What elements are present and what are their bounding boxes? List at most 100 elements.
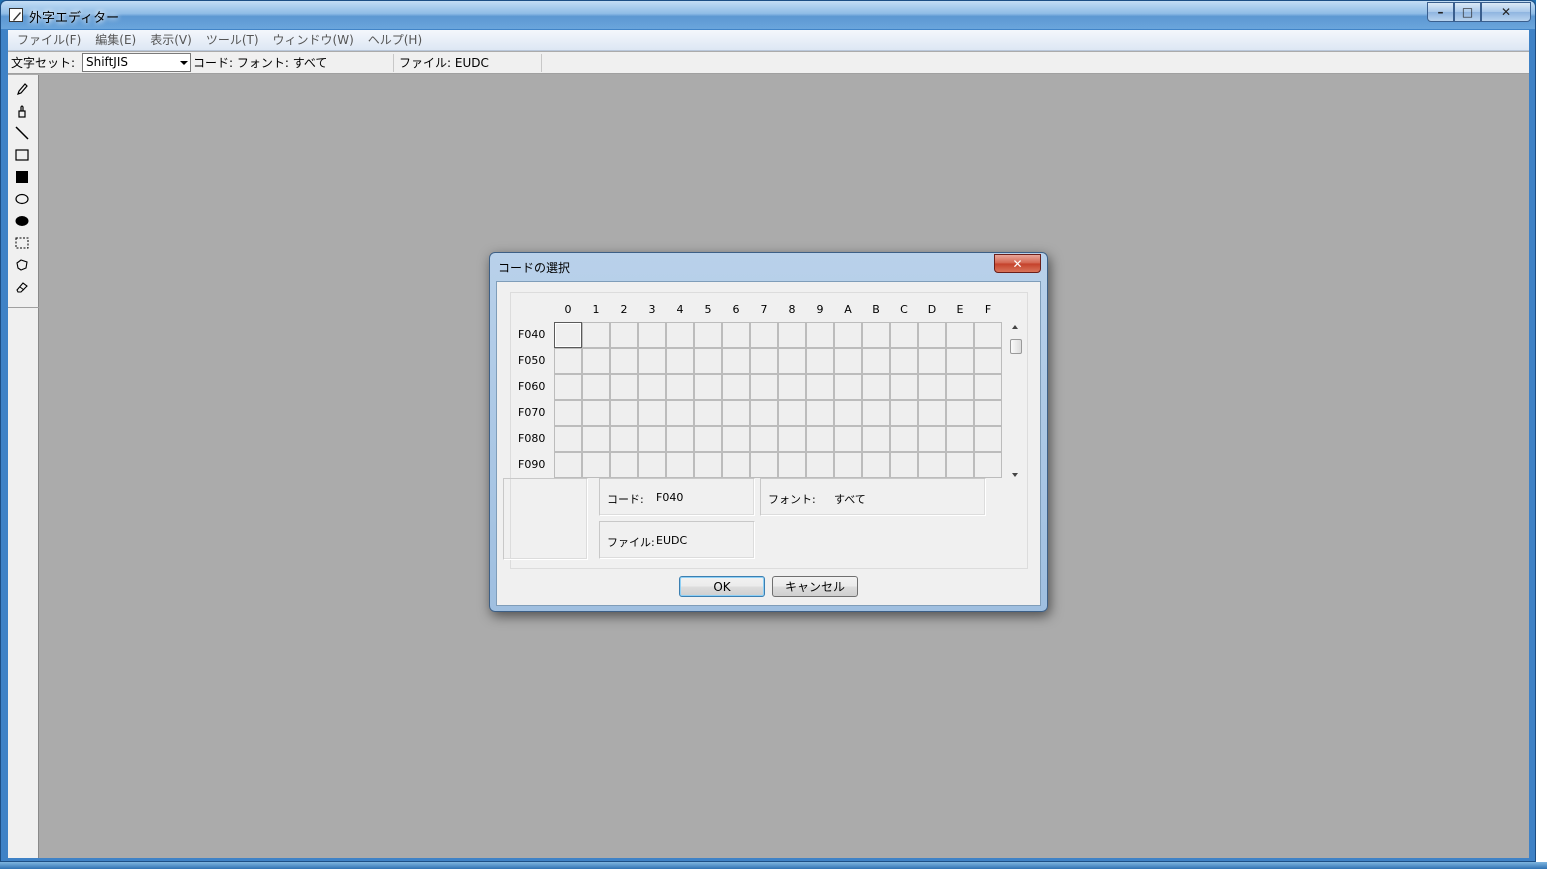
title-bar[interactable]: 外字エディター – □ ✕: [1, 1, 1535, 29]
scroll-down-icon[interactable]: [1012, 473, 1018, 477]
code-cell[interactable]: [918, 322, 946, 348]
code-cell[interactable]: [834, 452, 862, 478]
code-cell[interactable]: [722, 426, 750, 452]
code-cell[interactable]: [582, 374, 610, 400]
code-cell[interactable]: [974, 374, 1002, 400]
code-cell[interactable]: [638, 400, 666, 426]
code-cell[interactable]: [750, 452, 778, 478]
code-cell[interactable]: [638, 452, 666, 478]
rectangular-selection-icon[interactable]: [12, 233, 32, 253]
hollow-rectangle-icon[interactable]: [12, 145, 32, 165]
code-cell[interactable]: [750, 348, 778, 374]
code-cell[interactable]: [834, 374, 862, 400]
code-cell[interactable]: [638, 322, 666, 348]
code-cell[interactable]: [554, 322, 582, 348]
code-cell[interactable]: [554, 400, 582, 426]
cancel-button[interactable]: キャンセル: [772, 576, 858, 597]
code-cell[interactable]: [666, 374, 694, 400]
code-cell[interactable]: [638, 348, 666, 374]
hollow-ellipse-icon[interactable]: [12, 189, 32, 209]
maximize-button[interactable]: □: [1454, 2, 1481, 22]
code-cell[interactable]: [946, 452, 974, 478]
code-cell[interactable]: [554, 426, 582, 452]
code-cell[interactable]: [750, 426, 778, 452]
code-cell[interactable]: [582, 322, 610, 348]
code-cell[interactable]: [946, 426, 974, 452]
code-cell[interactable]: [722, 452, 750, 478]
code-cell[interactable]: [610, 426, 638, 452]
code-cell[interactable]: [554, 374, 582, 400]
code-cell[interactable]: [806, 348, 834, 374]
code-cell[interactable]: [582, 400, 610, 426]
code-cell[interactable]: [918, 452, 946, 478]
code-cell[interactable]: [778, 400, 806, 426]
code-cell[interactable]: [862, 322, 890, 348]
code-cell[interactable]: [554, 452, 582, 478]
brush-icon[interactable]: [12, 101, 32, 121]
code-cell[interactable]: [722, 322, 750, 348]
code-cell[interactable]: [862, 374, 890, 400]
code-cell[interactable]: [946, 322, 974, 348]
code-cell[interactable]: [582, 426, 610, 452]
code-cell[interactable]: [834, 400, 862, 426]
menu-edit[interactable]: 編集(E): [88, 30, 143, 50]
code-cell[interactable]: [610, 400, 638, 426]
menu-file[interactable]: ファイル(F): [10, 30, 88, 50]
vertical-scrollbar[interactable]: [1008, 322, 1025, 480]
code-cell[interactable]: [666, 348, 694, 374]
code-cell[interactable]: [890, 452, 918, 478]
code-cell[interactable]: [974, 452, 1002, 478]
code-cell[interactable]: [778, 322, 806, 348]
code-cell[interactable]: [862, 400, 890, 426]
dialog-close-button[interactable]: ✕: [994, 254, 1041, 273]
scroll-up-icon[interactable]: [1012, 325, 1018, 329]
code-cell[interactable]: [778, 374, 806, 400]
menu-view[interactable]: 表示(V): [143, 30, 199, 50]
code-cell[interactable]: [638, 426, 666, 452]
code-cell[interactable]: [554, 348, 582, 374]
code-cell[interactable]: [806, 374, 834, 400]
code-cell[interactable]: [974, 400, 1002, 426]
code-cell[interactable]: [890, 374, 918, 400]
freeform-selection-icon[interactable]: [12, 255, 32, 275]
code-cell[interactable]: [610, 452, 638, 478]
ok-button[interactable]: OK: [679, 576, 765, 597]
code-cell[interactable]: [666, 426, 694, 452]
code-cell[interactable]: [946, 400, 974, 426]
code-cell[interactable]: [582, 452, 610, 478]
code-cell[interactable]: [834, 426, 862, 452]
charset-select[interactable]: ShiftJIS: [82, 53, 191, 72]
code-cell[interactable]: [862, 348, 890, 374]
code-cell[interactable]: [722, 400, 750, 426]
filled-ellipse-icon[interactable]: [12, 211, 32, 231]
menu-tools[interactable]: ツール(T): [199, 30, 266, 50]
code-cell[interactable]: [974, 426, 1002, 452]
code-cell[interactable]: [694, 322, 722, 348]
code-cell[interactable]: [778, 348, 806, 374]
code-cell[interactable]: [666, 322, 694, 348]
code-cell[interactable]: [834, 348, 862, 374]
code-cell[interactable]: [862, 452, 890, 478]
code-cell[interactable]: [806, 452, 834, 478]
code-cell[interactable]: [638, 374, 666, 400]
code-cell[interactable]: [806, 400, 834, 426]
line-icon[interactable]: [12, 123, 32, 143]
code-cell[interactable]: [778, 426, 806, 452]
code-cell[interactable]: [806, 322, 834, 348]
code-cell[interactable]: [722, 374, 750, 400]
menu-help[interactable]: ヘルプ(H): [361, 30, 429, 50]
code-cell[interactable]: [890, 348, 918, 374]
code-cell[interactable]: [946, 374, 974, 400]
code-cell[interactable]: [918, 348, 946, 374]
code-cell[interactable]: [806, 426, 834, 452]
code-cell[interactable]: [694, 426, 722, 452]
code-cell[interactable]: [694, 452, 722, 478]
code-cell[interactable]: [890, 400, 918, 426]
filled-rectangle-icon[interactable]: [12, 167, 32, 187]
code-cell[interactable]: [694, 400, 722, 426]
code-cell[interactable]: [610, 348, 638, 374]
code-cell[interactable]: [890, 426, 918, 452]
menu-window[interactable]: ウィンドウ(W): [266, 30, 361, 50]
minimize-button[interactable]: –: [1427, 2, 1454, 22]
code-cell[interactable]: [918, 374, 946, 400]
